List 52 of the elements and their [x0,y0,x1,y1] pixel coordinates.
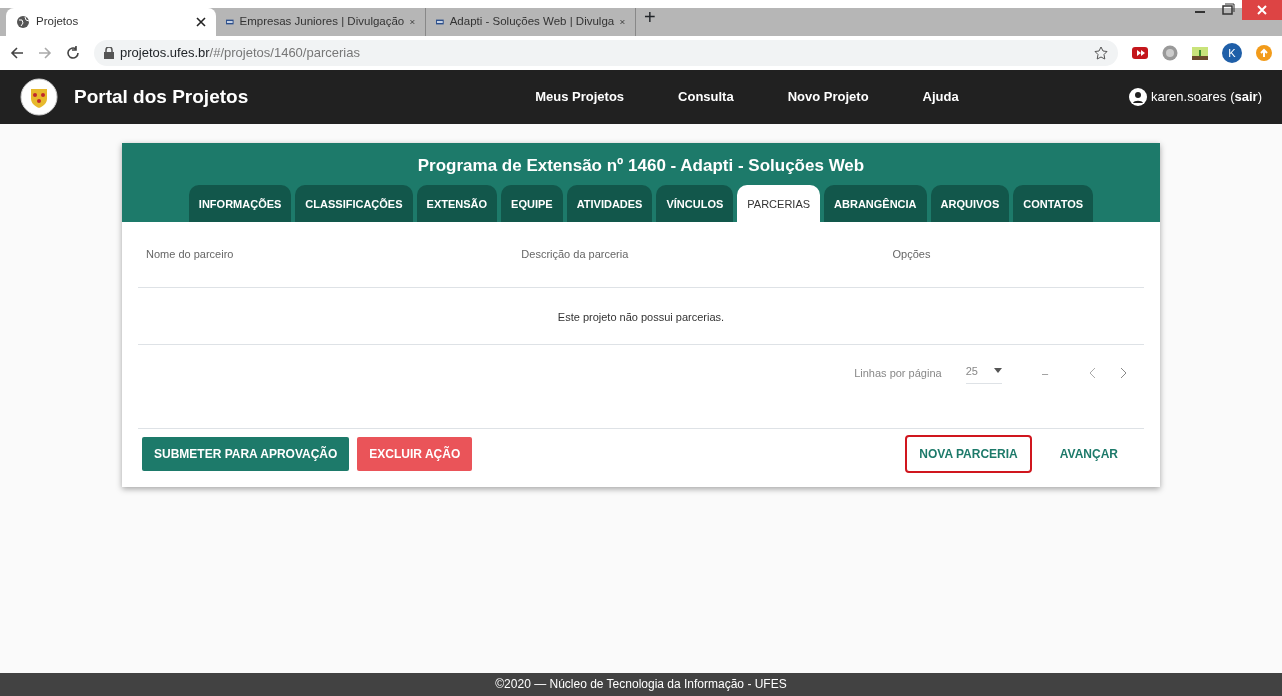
lock-icon [104,47,114,59]
nav-link[interactable]: Consulta [651,87,761,107]
profile-avatar[interactable]: K [1222,43,1242,63]
footer-text: ©2020 — Núcleo de Tecnologia da Informação - UFES [0,673,1282,696]
action-button[interactable]: NOVA PARCERIA [907,437,1030,471]
browser-tab[interactable]: Projetos [6,8,216,36]
section-tab[interactable]: EXTENSÃO [416,184,498,222]
close-icon[interactable] [196,17,206,27]
url-text: projetos.ufes.br/#/projetos/1460/parcerias [120,44,360,63]
nav-link[interactable]: Meus Projetos [508,87,652,107]
section-tab[interactable]: ARQUIVOS [930,184,1010,222]
section-tab[interactable]: ABRANGÊNCIA [824,184,927,222]
rows-per-page-select[interactable]: 25 [965,362,1002,384]
dropdown-caret-icon [993,368,1002,374]
page-range: – [1040,366,1049,381]
action-button[interactable]: AVANÇAR [1047,437,1130,471]
crest-logo[interactable] [20,78,58,116]
nav-link[interactable]: Novo Projeto [760,87,896,107]
plant-extension-icon[interactable] [1192,45,1208,61]
parenthesis: ( [1230,88,1235,107]
section-tab[interactable]: PARCERIAS [737,184,821,222]
user-icon [1129,88,1147,106]
new-tab-button[interactable]: + [644,2,656,36]
nav-link[interactable]: Ajuda [895,87,986,107]
page-title: Programa de Extensão nº 1460 - Adapti - Soluções Web [417,155,865,177]
logout-link[interactable]: sair [1234,87,1258,107]
section-tab[interactable]: CONTATOS [1013,184,1094,222]
parenthesis: ) [1257,88,1262,107]
user-name: karen.soares [1151,88,1227,107]
site-logo-icon [436,17,444,27]
section-tab[interactable]: ATIVIDADES [566,184,653,222]
section-tab[interactable]: CLASSIFICAÇÕES [295,184,413,222]
action-button[interactable]: EXCLUIR AÇÃO [357,437,473,471]
address-bar[interactable]: projetos.ufes.br/#/projetos/1460/parcerias [94,40,1118,66]
back-arrow-icon[interactable] [10,46,24,60]
section-tab[interactable]: EQUIPE [501,184,563,222]
star-icon[interactable] [1094,46,1108,60]
action-button[interactable]: SUBMETER PARA APROVAÇÃO [142,437,350,471]
section-tab[interactable]: INFORMAÇÕES [188,184,292,222]
video-extension-icon[interactable] [1132,46,1148,60]
site-logo-icon [226,17,234,27]
site-title: Portal dos Projetos [74,84,249,109]
globe-icon [16,15,30,29]
reload-icon[interactable] [66,46,80,60]
column-header: Descrição da parceria [520,247,630,262]
column-header: Nome do parceiro [145,247,235,262]
badge-extension-icon[interactable] [1162,45,1178,61]
empty-message: Este projeto não possui parcerias. [557,310,725,323]
column-header: Opções [892,247,932,262]
next-page-icon[interactable] [1120,367,1128,380]
rows-per-page-label: Linhas por página [854,366,942,381]
section-tab[interactable]: VÍNCULOS [656,184,734,222]
